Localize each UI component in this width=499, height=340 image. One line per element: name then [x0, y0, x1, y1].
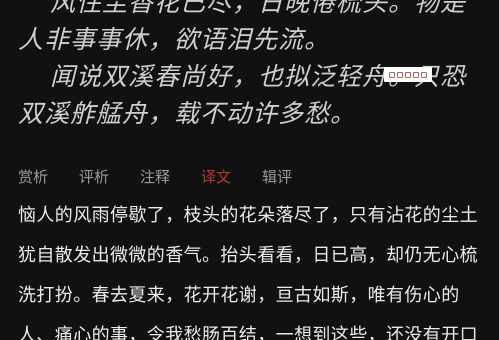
poem-line: 人非事事休，欲语泪先流。	[18, 25, 331, 54]
tab-analysis[interactable]: 评析	[79, 166, 109, 188]
translation-line: 犹自散发出微微的香气。抬头看看，日已高，却仍无心梳	[18, 245, 478, 266]
poem-line: 双溪舴艋舟，载不动许多愁。	[18, 99, 357, 128]
translation-line: 恼人的风雨停歇了，枝头的花朵落尽了，只有沾花的尘土	[18, 205, 478, 226]
section-tabs: 赏析 评析 注释 译文 辑评	[18, 166, 292, 188]
watermark-badge	[384, 67, 432, 82]
translation-line: 人、痛心的事，令我愁肠百结，一想到这些，还没有开口	[18, 325, 478, 340]
poem-lines: 风住尘香花已尽，日晚倦梳头。物是 人非事事休，欲语泪先流。 闻说双溪春尚好，也拟…	[0, 0, 499, 132]
badge-glyph	[413, 71, 419, 78]
badge-glyph	[405, 71, 411, 78]
tab-translation[interactable]: 译文	[201, 166, 231, 188]
tab-commentary[interactable]: 辑评	[262, 166, 292, 188]
poem-line: 风住尘香花已尽，日晚倦梳头。物是	[50, 0, 467, 17]
translation-line: 洗打扮。春去夏来，花开花谢，亘古如斯，唯有伤心的	[18, 285, 460, 306]
tab-annotation[interactable]: 注释	[140, 166, 170, 188]
badge-glyph	[397, 71, 403, 78]
badge-glyph	[421, 71, 427, 78]
badge-glyph	[389, 71, 395, 78]
tab-appreciation[interactable]: 赏析	[18, 166, 48, 188]
translation-text: 恼人的风雨停歇了，枝头的花朵落尽了，只有沾花的尘土 犹自散发出微微的香气。抬头看…	[18, 196, 488, 340]
